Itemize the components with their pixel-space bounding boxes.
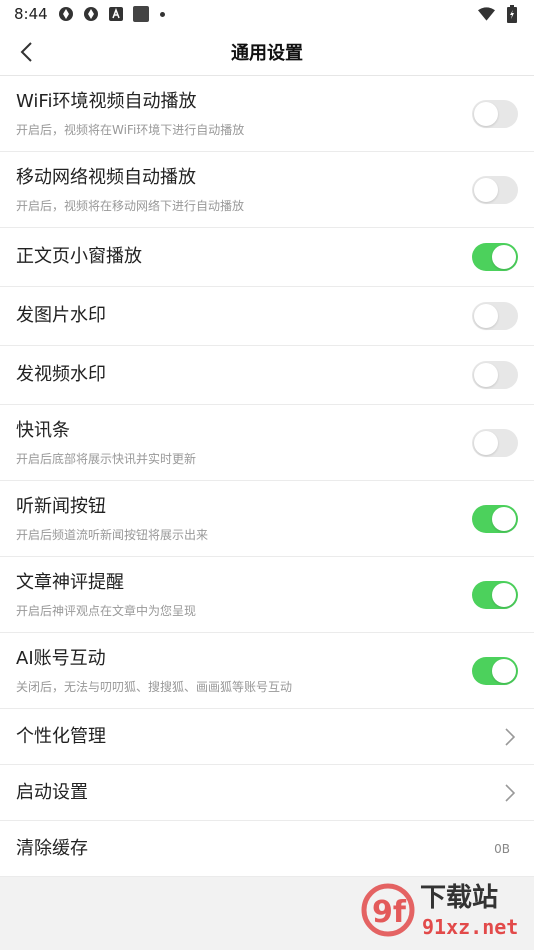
setting-news-ticker: 快讯条 开启后底部将展示快讯并实时更新 bbox=[0, 405, 534, 481]
setting-description: 开启后神评观点在文章中为您呈现 bbox=[16, 603, 197, 618]
toggle-knob bbox=[492, 245, 516, 269]
setting-pip-playback: 正文页小窗播放 bbox=[0, 228, 534, 287]
clear-cache-item[interactable]: 清除缓存 0B bbox=[0, 821, 534, 877]
svg-text:9f: 9f bbox=[372, 895, 407, 930]
watermark-logo: 9f bbox=[361, 883, 415, 937]
setting-description: 开启后频道流听新闻按钮将展示出来 bbox=[16, 527, 209, 542]
ai-account-toggle[interactable] bbox=[472, 656, 518, 685]
nav-label: 个性化管理 bbox=[16, 725, 106, 747]
setting-label: 发图片水印 bbox=[16, 305, 106, 326]
toggle-knob bbox=[492, 658, 516, 683]
toggle-knob bbox=[492, 582, 516, 607]
startup-settings-item[interactable]: 启动设置 bbox=[0, 765, 534, 821]
watermark-title: 下载站 bbox=[420, 883, 498, 913]
image-watermark-toggle[interactable] bbox=[472, 302, 518, 330]
setting-description: 关闭后，无法与叨叨狐、搜搜狐、画画狐等账号互动 bbox=[16, 679, 293, 694]
setting-description: 开启后，视频将在移动网络下进行自动播放 bbox=[16, 198, 245, 213]
listen-news-toggle[interactable] bbox=[472, 504, 518, 533]
toggle-knob bbox=[474, 177, 498, 202]
wifi-autoplay-toggle[interactable] bbox=[472, 99, 518, 128]
wifi-icon bbox=[478, 6, 495, 23]
setting-listen-news-button: 听新闻按钮 开启后频道流听新闻按钮将展示出来 bbox=[0, 481, 534, 557]
setting-label: 移动网络视频自动播放 bbox=[16, 166, 196, 188]
setting-description: 开启后底部将展示快讯并实时更新 bbox=[16, 451, 197, 466]
setting-label: AI账号互动 bbox=[16, 647, 106, 669]
setting-label: 发视频水印 bbox=[16, 364, 106, 385]
square-icon bbox=[133, 6, 150, 23]
clear-cache-label: 清除缓存 bbox=[16, 837, 88, 859]
status-time: 8:44 bbox=[14, 5, 48, 23]
toggle-knob bbox=[492, 506, 516, 531]
toggle-knob bbox=[474, 101, 498, 126]
setting-description: 开启后，视频将在WiFi环境下进行自动播放 bbox=[16, 122, 245, 137]
top-app-bar: 通用设置 bbox=[0, 28, 534, 76]
pip-playback-toggle[interactable] bbox=[472, 243, 518, 271]
a-icon bbox=[108, 6, 125, 23]
setting-label: 听新闻按钮 bbox=[16, 495, 106, 517]
chevron-right-icon bbox=[502, 783, 518, 803]
setting-video-watermark: 发视频水印 bbox=[0, 346, 534, 405]
setting-mobile-autoplay: 移动网络视频自动播放 开启后，视频将在移动网络下进行自动播放 bbox=[0, 152, 534, 228]
chevron-right-icon bbox=[502, 727, 518, 747]
setting-label: 快讯条 bbox=[16, 419, 70, 441]
settings-list: WiFi环境视频自动播放 开启后，视频将在WiFi环境下进行自动播放 移动网络视… bbox=[0, 76, 534, 877]
page-title: 通用设置 bbox=[231, 42, 303, 64]
news-ticker-toggle[interactable] bbox=[472, 428, 518, 457]
setting-label: WiFi环境视频自动播放 bbox=[16, 90, 197, 112]
vpn-icon bbox=[58, 6, 75, 23]
setting-ai-account-interaction: AI账号互动 关闭后，无法与叨叨狐、搜搜狐、画画狐等账号互动 bbox=[0, 633, 534, 709]
setting-wifi-autoplay: WiFi环境视频自动播放 开启后，视频将在WiFi环境下进行自动播放 bbox=[0, 76, 534, 152]
video-watermark-toggle[interactable] bbox=[472, 361, 518, 389]
mobile-autoplay-toggle[interactable] bbox=[472, 175, 518, 204]
comment-reminder-toggle[interactable] bbox=[472, 580, 518, 609]
nav-label: 启动设置 bbox=[16, 781, 88, 803]
toggle-knob bbox=[474, 304, 498, 328]
setting-comment-reminder: 文章神评提醒 开启后神评观点在文章中为您呈现 bbox=[0, 557, 534, 633]
setting-label: 文章神评提醒 bbox=[16, 571, 124, 593]
setting-label: 正文页小窗播放 bbox=[16, 246, 142, 267]
status-bar: 8:44 bbox=[0, 0, 534, 28]
chevron-left-icon[interactable] bbox=[14, 40, 38, 64]
watermark-url: 91xz.net bbox=[422, 915, 518, 939]
toggle-knob bbox=[474, 430, 498, 455]
setting-image-watermark: 发图片水印 bbox=[0, 287, 534, 346]
battery-icon bbox=[503, 5, 520, 23]
cache-size-value: 0B bbox=[494, 841, 510, 856]
dot-icon bbox=[159, 11, 165, 17]
vpn-icon-2 bbox=[83, 6, 100, 23]
personalization-management-item[interactable]: 个性化管理 bbox=[0, 709, 534, 765]
site-watermark: 9f 下载站 91xz.net bbox=[360, 876, 530, 944]
toggle-knob bbox=[474, 363, 498, 387]
